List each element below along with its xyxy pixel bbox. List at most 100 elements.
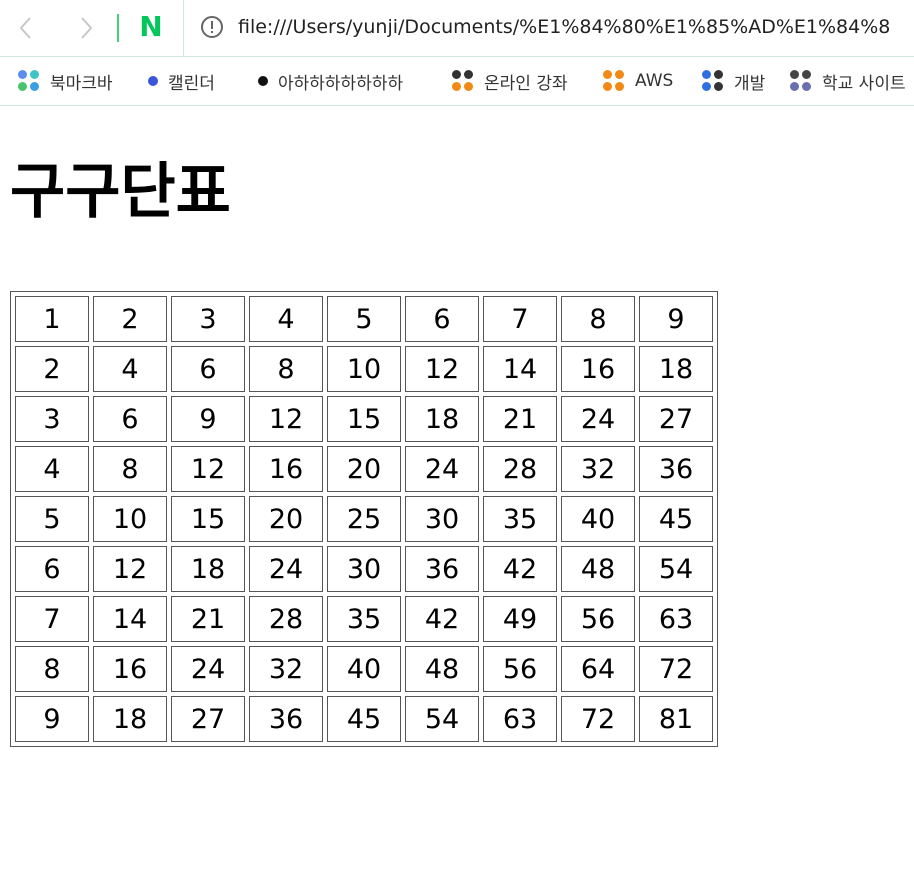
table-cell: 3 <box>171 296 245 342</box>
apps-grid-icon <box>702 70 724 92</box>
table-cell: 15 <box>327 396 401 442</box>
table-cell: 7 <box>15 596 89 642</box>
table-cell: 40 <box>327 646 401 692</box>
apps-grid-icon <box>18 70 40 92</box>
table-cell: 12 <box>249 396 323 442</box>
table-cell: 72 <box>561 696 635 742</box>
table-cell: 21 <box>483 396 557 442</box>
table-cell: 2 <box>15 346 89 392</box>
table-cell: 56 <box>483 646 557 692</box>
table-cell: 81 <box>639 696 713 742</box>
page-title: 구구단표 <box>10 157 231 227</box>
table-cell: 36 <box>639 446 713 492</box>
address-divider <box>183 0 184 56</box>
table-cell: 64 <box>561 646 635 692</box>
table-cell: 36 <box>249 696 323 742</box>
table-cell: 28 <box>249 596 323 642</box>
apps-grid-icon <box>603 70 625 92</box>
table-cell: 24 <box>405 446 479 492</box>
table-cell: 48 <box>405 646 479 692</box>
bookmarks-bar: 북마크바 캘린더 아하하하하하하하 온라인 강좌 AWS 개발 학교 사이트 <box>0 57 914 106</box>
table-cell: 8 <box>249 346 323 392</box>
table-cell: 5 <box>15 496 89 542</box>
table-cell: 18 <box>639 346 713 392</box>
bookmark-online-courses[interactable]: 온라인 강좌 <box>452 67 568 95</box>
table-cell: 6 <box>405 296 479 342</box>
table-cell: 48 <box>561 546 635 592</box>
bookmark-dev[interactable]: 개발 <box>702 67 765 95</box>
bookmark-bookmarks-bar[interactable]: 북마크바 <box>18 67 113 95</box>
table-cell: 9 <box>15 696 89 742</box>
table-cell: 42 <box>405 596 479 642</box>
table-row: 6 12 18 24 30 36 42 48 54 <box>15 546 713 592</box>
table-cell: 6 <box>171 346 245 392</box>
table-cell: 21 <box>171 596 245 642</box>
table-row: 8 16 24 32 40 48 56 64 72 <box>15 646 713 692</box>
bookmark-label: 온라인 강좌 <box>484 73 568 94</box>
table-cell: 42 <box>483 546 557 592</box>
table-cell: 20 <box>327 446 401 492</box>
table-row: 4 8 12 16 20 24 28 32 36 <box>15 446 713 492</box>
bookmark-label: AWS <box>635 71 674 91</box>
table-cell: 27 <box>171 696 245 742</box>
table-cell: 56 <box>561 596 635 642</box>
table-cell: 35 <box>483 496 557 542</box>
bookmark-label: 북마크바 <box>50 73 113 94</box>
table-cell: 27 <box>639 396 713 442</box>
apps-grid-icon <box>452 70 474 92</box>
naver-logo-button[interactable]: N <box>136 12 166 42</box>
bookmark-label: 학교 사이트 <box>822 73 906 94</box>
table-cell: 9 <box>639 296 713 342</box>
table-row: 3 6 9 12 15 18 21 24 27 <box>15 396 713 442</box>
table-cell: 6 <box>93 396 167 442</box>
table-cell: 16 <box>249 446 323 492</box>
table-cell: 2 <box>93 296 167 342</box>
address-bar[interactable]: file:///Users/yunji/Documents/%E1%84%80%… <box>238 12 914 42</box>
table-row: 7 14 21 28 35 42 49 56 63 <box>15 596 713 642</box>
table-cell: 24 <box>561 396 635 442</box>
table-cell: 32 <box>249 646 323 692</box>
table-cell: 14 <box>93 596 167 642</box>
table-cell: 12 <box>93 546 167 592</box>
table-cell: 30 <box>327 546 401 592</box>
table-cell: 28 <box>483 446 557 492</box>
table-cell: 45 <box>639 496 713 542</box>
table-cell: 54 <box>639 546 713 592</box>
toolbar-divider <box>117 14 119 42</box>
bookmark-label: 캘린더 <box>168 73 215 94</box>
apps-grid-icon <box>790 70 812 92</box>
table-cell: 35 <box>327 596 401 642</box>
bookmark-calendar[interactable]: 캘린더 <box>148 67 215 95</box>
table-cell: 25 <box>327 496 401 542</box>
table-cell: 7 <box>483 296 557 342</box>
table-cell: 49 <box>483 596 557 642</box>
table-cell: 24 <box>171 646 245 692</box>
back-button[interactable] <box>12 10 40 46</box>
table-cell: 14 <box>483 346 557 392</box>
bookmark-aws[interactable]: AWS <box>603 67 673 95</box>
bookmark-label: 아하하하하하하하 <box>278 73 404 94</box>
table-cell: 63 <box>639 596 713 642</box>
table-cell: 15 <box>171 496 245 542</box>
table-cell: 8 <box>93 446 167 492</box>
browser-toolbar: N file:///Users/yunji/Documents/%E1%84%8… <box>0 0 914 57</box>
table-cell: 36 <box>405 546 479 592</box>
table-cell: 16 <box>93 646 167 692</box>
table-row: 9 18 27 36 45 54 63 72 81 <box>15 696 713 742</box>
table-cell: 24 <box>249 546 323 592</box>
bookmark-school-site[interactable]: 학교 사이트 <box>790 67 906 95</box>
table-cell: 1 <box>15 296 89 342</box>
chevron-right-icon <box>81 17 93 39</box>
table-cell: 8 <box>561 296 635 342</box>
table-cell: 4 <box>15 446 89 492</box>
chevron-left-icon <box>19 17 31 39</box>
table-cell: 20 <box>249 496 323 542</box>
bookmark-ahaha[interactable]: 아하하하하하하하 <box>258 67 403 95</box>
multiplication-table-body: 1 2 3 4 5 6 7 8 9 2 4 6 8 10 12 14 16 18 3 6 9 12 15 18 21 24 27 4 8… <box>15 296 713 742</box>
bookmark-label: 개발 <box>734 73 766 94</box>
info-icon[interactable] <box>200 15 224 39</box>
forward-button[interactable] <box>72 10 100 46</box>
table-cell: 18 <box>93 696 167 742</box>
table-cell: 32 <box>561 446 635 492</box>
table-cell: 4 <box>93 346 167 392</box>
